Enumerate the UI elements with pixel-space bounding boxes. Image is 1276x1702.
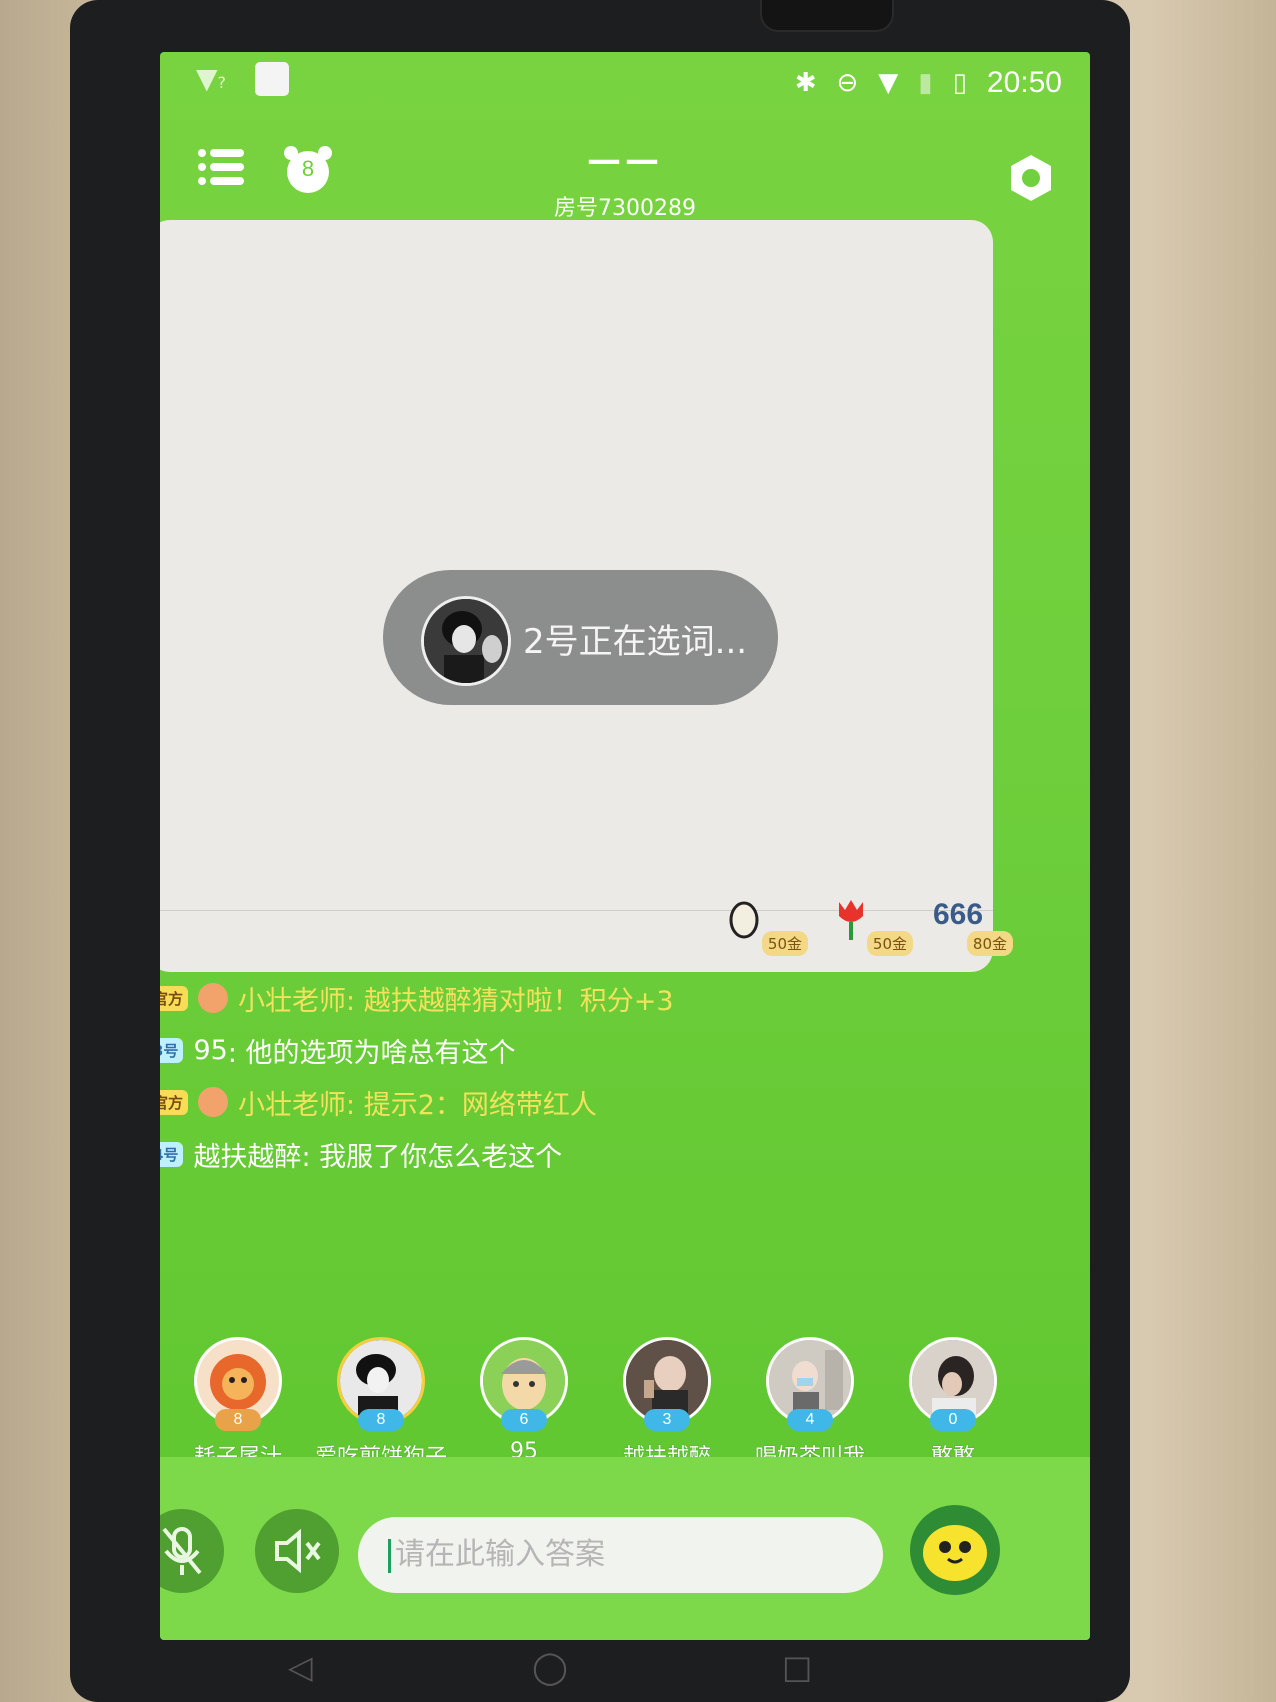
choosing-word-status: 2号正在选词... bbox=[383, 570, 778, 705]
status-bar: ▼? ✱ ⊖ ▼ ▮ ▯ 20:50 bbox=[160, 52, 1090, 112]
player-score: 8 bbox=[358, 1409, 404, 1431]
wifi-unknown-label: ? bbox=[217, 73, 227, 92]
seat-tag: 3号 bbox=[160, 1037, 184, 1063]
gift-price: 50金 bbox=[866, 931, 913, 956]
alarm-count: 8 bbox=[301, 156, 315, 181]
input-bar: 请在此输入答案 bbox=[160, 1457, 1090, 1640]
seat-tag: 4号 bbox=[160, 1141, 184, 1167]
chat-message: 官方 小壮老师: 提示2：网络带红人 bbox=[160, 1076, 1008, 1128]
notification-icon bbox=[255, 62, 289, 96]
official-tag: 官方 bbox=[160, 1089, 189, 1115]
recents-nav-icon[interactable]: □ bbox=[782, 1648, 812, 1686]
drawing-canvas[interactable]: 2号正在选词... 50金 50金 666 80金 bbox=[160, 220, 1013, 972]
camera-notch bbox=[760, 0, 894, 32]
teacher-avatar-icon bbox=[198, 1087, 229, 1117]
chat-sender: 越扶越醉 bbox=[193, 1141, 302, 1173]
chat-message: 3号 95: 他的选项为啥总有这个 bbox=[160, 1024, 1008, 1076]
official-tag: 官方 bbox=[160, 985, 189, 1011]
speaker-off-icon bbox=[275, 1528, 321, 1574]
chat-text: : 越扶越醉猜对啦！积分+3 bbox=[346, 985, 674, 1017]
android-nav-bar: ◁ ◯ □ bbox=[160, 1640, 1090, 1702]
player-seat[interactable]: 8 爱吃煎饼狗子 bbox=[301, 1337, 461, 1471]
chat-sender: 小壮老师 bbox=[238, 985, 347, 1017]
wifi-icon: ▼? bbox=[196, 62, 227, 95]
player-score: 6 bbox=[501, 1409, 547, 1431]
player-score: 4 bbox=[787, 1409, 833, 1431]
room-title: —— bbox=[587, 140, 663, 180]
gift-price: 80金 bbox=[966, 931, 1013, 956]
battery-icon: ▯ bbox=[952, 68, 967, 98]
player-seat[interactable]: 4 喝奶茶叫我 bbox=[730, 1337, 890, 1471]
player-seat[interactable]: 8 耗子尾汁 bbox=[160, 1337, 318, 1471]
mic-mute-button[interactable] bbox=[160, 1509, 224, 1593]
gift-egg-button[interactable]: 50金 bbox=[728, 896, 808, 956]
chat-text: : 我服了你怎么老这个 bbox=[301, 1141, 563, 1173]
dnd-icon: ⊖ bbox=[836, 68, 859, 98]
drawer-avatar bbox=[421, 596, 511, 686]
player-seat[interactable]: 3 越扶越醉 bbox=[587, 1337, 747, 1471]
flower-icon bbox=[839, 900, 863, 940]
player-score: 3 bbox=[644, 1409, 690, 1431]
clock: 20:50 bbox=[986, 66, 1062, 99]
home-nav-icon[interactable]: ◯ bbox=[532, 1648, 568, 1686]
gift-666-button[interactable]: 666 80金 bbox=[933, 896, 1013, 956]
chat-message: 官方 小壮老师: 越扶越醉猜对啦！积分+3 bbox=[160, 972, 1008, 1024]
settings-gear-icon[interactable] bbox=[1005, 152, 1057, 204]
player-score: 0 bbox=[930, 1409, 976, 1431]
status-right: ✱ ⊖ ▼ ▮ ▯ 20:50 bbox=[795, 66, 1062, 100]
bluetooth-icon: ✱ bbox=[794, 68, 817, 98]
text-caret bbox=[388, 1538, 391, 1573]
chat-text: : 提示2：网络带红人 bbox=[346, 1089, 597, 1121]
chat-log: 官方 小壮老师: 越扶越醉猜对啦！积分+3 3号 95: 他的选项为啥总有这个 … bbox=[160, 972, 1008, 1180]
gift-price: 50金 bbox=[761, 931, 808, 956]
chat-sender: 小壮老师 bbox=[238, 1089, 347, 1121]
room-number: 房号7300289 bbox=[554, 196, 696, 221]
answer-input-placeholder: 请在此输入答案 bbox=[395, 1537, 605, 1572]
mic-off-icon bbox=[162, 1527, 202, 1575]
player-score: 8 bbox=[215, 1409, 261, 1431]
no-sim-icon: ▮ bbox=[918, 68, 933, 98]
egg-icon bbox=[729, 901, 759, 939]
chat-message: 4号 越扶越醉: 我服了你怎么老这个 bbox=[160, 1128, 1008, 1180]
teacher-avatar-icon bbox=[198, 983, 229, 1013]
player-seat[interactable]: 0 憨憨 bbox=[873, 1337, 1033, 1471]
emoji-face-icon bbox=[923, 1525, 987, 1581]
emoji-button[interactable] bbox=[910, 1505, 1000, 1595]
back-nav-icon[interactable]: ◁ bbox=[288, 1648, 313, 1686]
player-seat[interactable]: 6 95 bbox=[444, 1337, 604, 1464]
speaker-mute-button[interactable] bbox=[255, 1509, 339, 1593]
chat-text: : 他的选项为啥总有这个 bbox=[227, 1037, 516, 1069]
menu-icon[interactable] bbox=[198, 147, 244, 187]
wifi-off-icon: ▼ bbox=[878, 68, 899, 98]
gift-flower-button[interactable]: 50金 bbox=[833, 896, 913, 956]
answer-input[interactable]: 请在此输入答案 bbox=[358, 1517, 883, 1593]
app-screen: ▼? ✱ ⊖ ▼ ▮ ▯ 20:50 8 —— 房号7300289 2号正在选词… bbox=[160, 52, 1090, 1640]
chat-sender: 95 bbox=[193, 1034, 228, 1066]
alarm-timer-button[interactable]: 8 bbox=[282, 144, 334, 196]
666-icon: 666 bbox=[933, 898, 984, 931]
choosing-word-text: 2号正在选词... bbox=[523, 622, 748, 662]
player-list: 8 耗子尾汁 8 爱吃煎饼狗子 6 95 3 越扶越醉 bbox=[160, 1337, 997, 1470]
